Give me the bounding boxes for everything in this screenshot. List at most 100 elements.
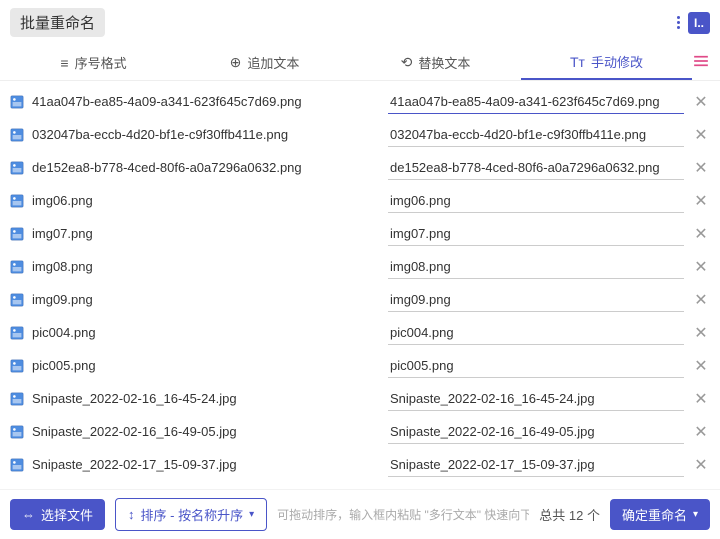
tab-number-format[interactable]: ≡ 序号格式 bbox=[8, 45, 179, 80]
original-filename: de152ea8-b778-4ced-80f6-a0a7296a0632.png bbox=[32, 160, 302, 175]
image-file-icon bbox=[10, 392, 24, 406]
remove-row-icon[interactable]: ✕ bbox=[692, 357, 710, 375]
sort-button[interactable]: ↕ 排序 - 按名称升序 ▾ bbox=[115, 498, 267, 531]
rename-input[interactable] bbox=[388, 321, 684, 345]
remove-row-icon[interactable]: ✕ bbox=[692, 192, 710, 210]
app-logo-icon[interactable]: I.. bbox=[688, 12, 710, 34]
original-filename-cell: Snipaste_2022-02-16_16-45-24.jpg bbox=[10, 391, 380, 406]
file-row: img09.png ✕ bbox=[0, 283, 720, 316]
remove-row-icon[interactable]: ✕ bbox=[692, 324, 710, 342]
remove-row-icon[interactable]: ✕ bbox=[692, 258, 710, 276]
original-filename: img09.png bbox=[32, 292, 93, 307]
rename-input[interactable] bbox=[388, 420, 684, 444]
rename-input[interactable] bbox=[388, 189, 684, 213]
tab-replace-text[interactable]: ⟲ 替换文本 bbox=[350, 45, 521, 80]
original-filename: Snipaste_2022-02-16_16-49-05.jpg bbox=[32, 424, 237, 439]
rename-input[interactable] bbox=[388, 222, 684, 246]
remove-row-icon[interactable]: ✕ bbox=[692, 159, 710, 177]
file-row: img07.png ✕ bbox=[0, 217, 720, 250]
original-filename: 41aa047b-ea85-4a09-a341-623f645c7d69.png bbox=[32, 94, 302, 109]
image-file-icon bbox=[10, 227, 24, 241]
tab-append-text[interactable]: ⊕ 追加文本 bbox=[179, 45, 350, 80]
image-file-icon bbox=[10, 161, 24, 175]
original-filename: img08.png bbox=[32, 259, 93, 274]
tab-label: 手动修改 bbox=[591, 52, 643, 71]
file-row: img06.png ✕ bbox=[0, 184, 720, 217]
remove-row-icon[interactable]: ✕ bbox=[692, 390, 710, 408]
original-filename: 032047ba-eccb-4d20-bf1e-c9f30ffb411e.png bbox=[32, 127, 288, 142]
plus-circle-icon: ⊕ bbox=[230, 54, 242, 71]
image-file-icon bbox=[10, 260, 24, 274]
hint-text: 可拖动排序，输入框内粘贴 "多行文本" 快速向下批量替换 bbox=[277, 506, 529, 523]
rename-input[interactable] bbox=[388, 387, 684, 411]
link-icon: ⇔ bbox=[22, 507, 35, 522]
original-filename-cell: img06.png bbox=[10, 193, 380, 208]
file-list: 41aa047b-ea85-4a09-a341-623f645c7d69.png… bbox=[0, 81, 720, 489]
remove-row-icon[interactable]: ✕ bbox=[692, 126, 710, 144]
original-filename-cell: img08.png bbox=[10, 259, 380, 274]
original-filename-cell: img07.png bbox=[10, 226, 380, 241]
hamburger-icon[interactable] bbox=[692, 55, 712, 70]
file-row: 41aa047b-ea85-4a09-a341-623f645c7d69.png… bbox=[0, 85, 720, 118]
rename-input[interactable] bbox=[388, 288, 684, 312]
original-filename-cell: Snipaste_2022-02-17_15-09-37.jpg bbox=[10, 457, 380, 472]
original-filename-cell: pic004.png bbox=[10, 325, 380, 340]
image-file-icon bbox=[10, 326, 24, 340]
total-count: 总共 12 个 bbox=[539, 505, 600, 524]
rename-input[interactable] bbox=[388, 156, 684, 180]
rename-input[interactable] bbox=[388, 453, 684, 477]
tab-label: 替换文本 bbox=[418, 53, 470, 72]
list-icon: ≡ bbox=[60, 55, 68, 71]
original-filename-cell: img09.png bbox=[10, 292, 380, 307]
original-filename-cell: pic005.png bbox=[10, 358, 380, 373]
tab-label: 序号格式 bbox=[75, 53, 127, 72]
tabs: ≡ 序号格式 ⊕ 追加文本 ⟲ 替换文本 Tᴛ 手动修改 bbox=[0, 45, 720, 81]
rename-input[interactable] bbox=[388, 354, 684, 378]
tab-manual-edit[interactable]: Tᴛ 手动修改 bbox=[521, 45, 692, 80]
swap-icon: ⟲ bbox=[401, 54, 413, 71]
file-row: img08.png ✕ bbox=[0, 250, 720, 283]
original-filename-cell: 032047ba-eccb-4d20-bf1e-c9f30ffb411e.png bbox=[10, 127, 380, 142]
file-row: pic004.png ✕ bbox=[0, 316, 720, 349]
file-row: de152ea8-b778-4ced-80f6-a0a7296a0632.png… bbox=[0, 151, 720, 184]
remove-row-icon[interactable]: ✕ bbox=[692, 456, 710, 474]
file-row: pic005.png ✕ bbox=[0, 349, 720, 382]
button-label: 确定重命名 bbox=[622, 505, 687, 524]
original-filename: pic004.png bbox=[32, 325, 96, 340]
image-file-icon bbox=[10, 194, 24, 208]
file-row: 032047ba-eccb-4d20-bf1e-c9f30ffb411e.png… bbox=[0, 118, 720, 151]
file-row: Snipaste_2022-02-16_16-45-24.jpg ✕ bbox=[0, 382, 720, 415]
text-icon: Tᴛ bbox=[570, 54, 585, 70]
image-file-icon bbox=[10, 359, 24, 373]
original-filename: img06.png bbox=[32, 193, 93, 208]
select-files-button[interactable]: ⇔ 选择文件 bbox=[10, 499, 105, 530]
original-filename: pic005.png bbox=[32, 358, 96, 373]
rename-input[interactable] bbox=[388, 90, 684, 114]
remove-row-icon[interactable]: ✕ bbox=[692, 291, 710, 309]
button-label: 排序 - 按名称升序 bbox=[141, 505, 244, 524]
original-filename: Snipaste_2022-02-16_16-45-24.jpg bbox=[32, 391, 237, 406]
original-filename-cell: Snipaste_2022-02-16_16-49-05.jpg bbox=[10, 424, 380, 439]
rename-input[interactable] bbox=[388, 255, 684, 279]
original-filename-cell: 41aa047b-ea85-4a09-a341-623f645c7d69.png bbox=[10, 94, 380, 109]
file-row: Snipaste_2022-02-17_15-09-37.jpg ✕ bbox=[0, 448, 720, 481]
more-menu-icon[interactable] bbox=[677, 16, 680, 29]
file-row: Snipaste_2022-02-16_16-49-05.jpg ✕ bbox=[0, 415, 720, 448]
remove-row-icon[interactable]: ✕ bbox=[692, 225, 710, 243]
original-filename: Snipaste_2022-02-17_15-09-37.jpg bbox=[32, 457, 237, 472]
button-label: 选择文件 bbox=[41, 505, 93, 524]
tab-label: 追加文本 bbox=[247, 53, 299, 72]
image-file-icon bbox=[10, 128, 24, 142]
confirm-rename-button[interactable]: 确定重命名 ▾ bbox=[610, 499, 710, 530]
image-file-icon bbox=[10, 458, 24, 472]
image-file-icon bbox=[10, 95, 24, 109]
app-title: 批量重命名 bbox=[10, 8, 105, 37]
sort-icon: ↕ bbox=[128, 507, 135, 522]
remove-row-icon[interactable]: ✕ bbox=[692, 423, 710, 441]
remove-row-icon[interactable]: ✕ bbox=[692, 93, 710, 111]
rename-input[interactable] bbox=[388, 123, 684, 147]
image-file-icon bbox=[10, 293, 24, 307]
chevron-down-icon: ▾ bbox=[249, 509, 254, 520]
original-filename-cell: de152ea8-b778-4ced-80f6-a0a7296a0632.png bbox=[10, 160, 380, 175]
original-filename: img07.png bbox=[32, 226, 93, 241]
